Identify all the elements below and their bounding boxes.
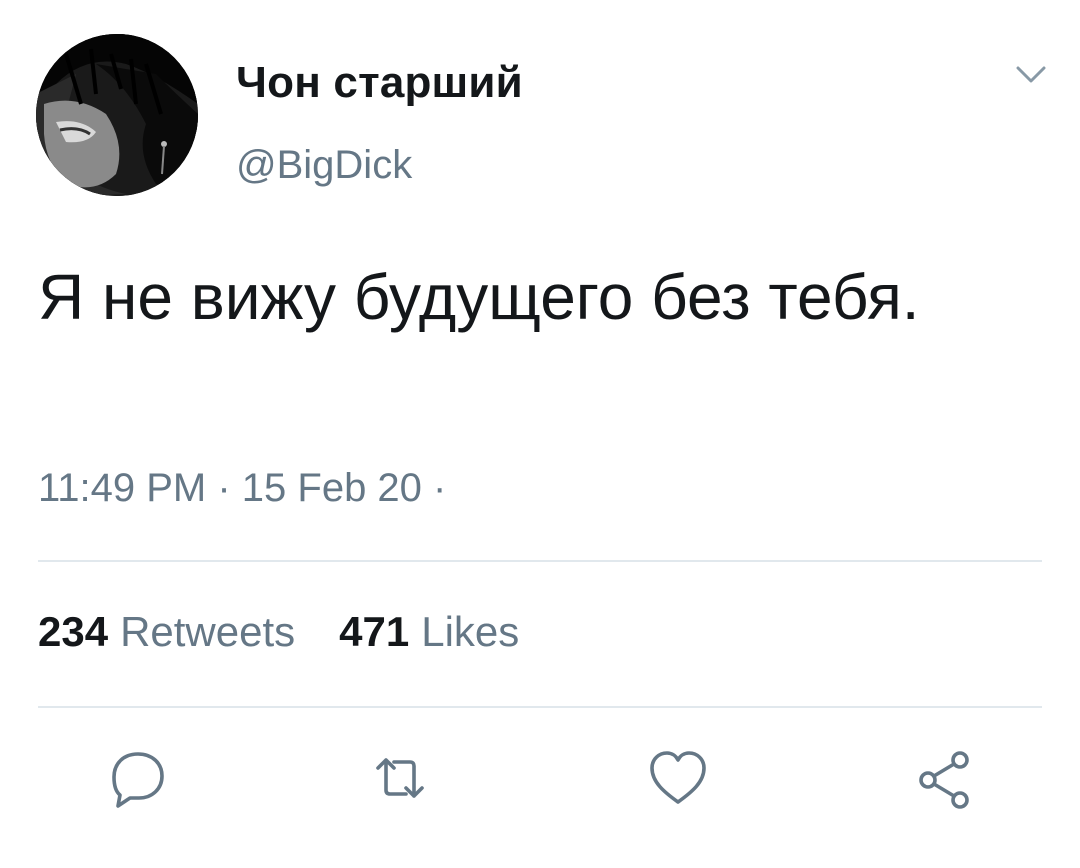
retweets-label: Retweets	[120, 608, 296, 655]
like-button[interactable]	[646, 746, 710, 810]
likes-stat[interactable]: 471 Likes	[339, 608, 519, 656]
likes-label: Likes	[421, 608, 520, 655]
heart-icon	[650, 751, 706, 804]
share-button[interactable]	[912, 746, 976, 810]
display-name[interactable]: Чон старший	[236, 58, 523, 108]
chevron-down-icon[interactable]	[1014, 62, 1048, 88]
avatar[interactable]	[36, 34, 198, 196]
user-handle[interactable]: @BigDick	[236, 143, 412, 188]
likes-count: 471	[339, 608, 410, 655]
tweet-card: Чон старший @BigDick Я не вижу будущего …	[0, 0, 1080, 868]
avatar-image	[36, 34, 198, 196]
tweet-timestamp[interactable]: 11:49 PM · 15 Feb 20 ·	[38, 466, 446, 511]
retweet-icon	[376, 758, 424, 798]
retweets-stat[interactable]: 234 Retweets	[38, 608, 295, 656]
divider	[38, 706, 1042, 708]
tweet-stats: 234 Retweets 471 Likes	[38, 608, 563, 656]
reply-icon	[112, 752, 164, 808]
share-icon	[919, 751, 969, 809]
retweet-button[interactable]	[368, 746, 432, 810]
tweet-text: Я не вижу будущего без тебя.	[38, 261, 920, 333]
divider	[38, 560, 1042, 562]
retweets-count: 234	[38, 608, 109, 655]
reply-button[interactable]	[106, 746, 170, 810]
